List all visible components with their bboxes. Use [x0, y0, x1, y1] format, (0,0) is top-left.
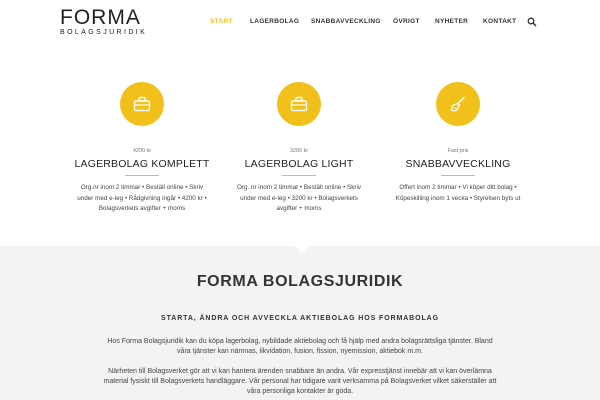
logo-tagline: BOLAGSJURIDIK: [60, 29, 148, 36]
main-nav: START LAGERBOLAG SNABBAVVECKLING ÖVRIGT …: [210, 17, 550, 30]
briefcase-icon: [133, 96, 151, 112]
briefcase-icon: [290, 96, 308, 112]
service-icon-circle: [436, 82, 480, 126]
logo-name: FORMA: [60, 6, 141, 29]
about-paragraph-2: Närheten till Bolagsverket gör att vi ka…: [103, 368, 497, 395]
service-title[interactable]: LAGERBOLAG LIGHT: [224, 158, 374, 170]
title-divider: [282, 175, 316, 176]
service-description: Org.nr inom 2 timmar • Beställ online • …: [77, 184, 207, 212]
nav-item-nyheter[interactable]: NYHETER: [435, 18, 468, 25]
service-title[interactable]: LAGERBOLAG KOMPLETT: [67, 158, 217, 170]
about-title: FORMA BOLAGSJURIDIK: [196, 273, 404, 290]
logo[interactable]: FORMA BOLAGSJURIDIK: [60, 6, 148, 36]
service-description: Offert inom 2 timmar • Vi köper ditt bol…: [395, 184, 521, 202]
service-price: 3200 kr: [289, 148, 309, 154]
nav-item-snabbavveckling[interactable]: SNABBAVVECKLING: [311, 18, 381, 25]
about-paragraph-1: Hos Forma Bolagsjuridik kan du köpa lage…: [107, 338, 493, 355]
service-card-snabbavveckling[interactable]: Fast pris SNABBAVVECKLING Offert inom 2 …: [383, 82, 533, 204]
nav-item-lagerbolag[interactable]: LAGERBOLAG: [250, 18, 299, 25]
nav-item-ovrigt[interactable]: ÖVRIGT: [393, 18, 420, 25]
service-icon-circle: [120, 82, 164, 126]
nav-item-kontakt[interactable]: KONTAKT: [483, 18, 516, 25]
about-subtitle: STARTA, ÄNDRA OCH AVVECKLA AKTIEBOLAG HO…: [161, 315, 439, 322]
service-card-lagerbolag-komplett[interactable]: 4200 kr LAGERBOLAG KOMPLETT Org.nr inom …: [67, 82, 217, 215]
site-header: FORMA BOLAGSJURIDIK START LAGERBOLAG SNA…: [0, 0, 600, 46]
nav-item-start[interactable]: START: [210, 18, 233, 25]
title-divider: [441, 175, 475, 176]
search-icon[interactable]: [527, 17, 537, 27]
about-section: FORMA BOLAGSJURIDIK STARTA, ÄNDRA OCH AV…: [0, 245, 600, 400]
broom-icon: [450, 96, 465, 112]
section-notch: [294, 245, 310, 253]
service-price: 4200 kr: [132, 148, 152, 154]
services-section: 4200 kr LAGERBOLAG KOMPLETT Org.nr inom …: [0, 46, 600, 246]
service-price: Fast pris: [447, 148, 469, 154]
title-divider: [125, 175, 159, 176]
service-title[interactable]: SNABBAVVECKLING: [383, 158, 533, 170]
service-description: Org. nr inom 2 timmar • Beställ online •…: [236, 184, 362, 212]
service-icon-circle: [277, 82, 321, 126]
service-card-lagerbolag-light[interactable]: 3200 kr LAGERBOLAG LIGHT Org. nr inom 2 …: [224, 82, 374, 215]
